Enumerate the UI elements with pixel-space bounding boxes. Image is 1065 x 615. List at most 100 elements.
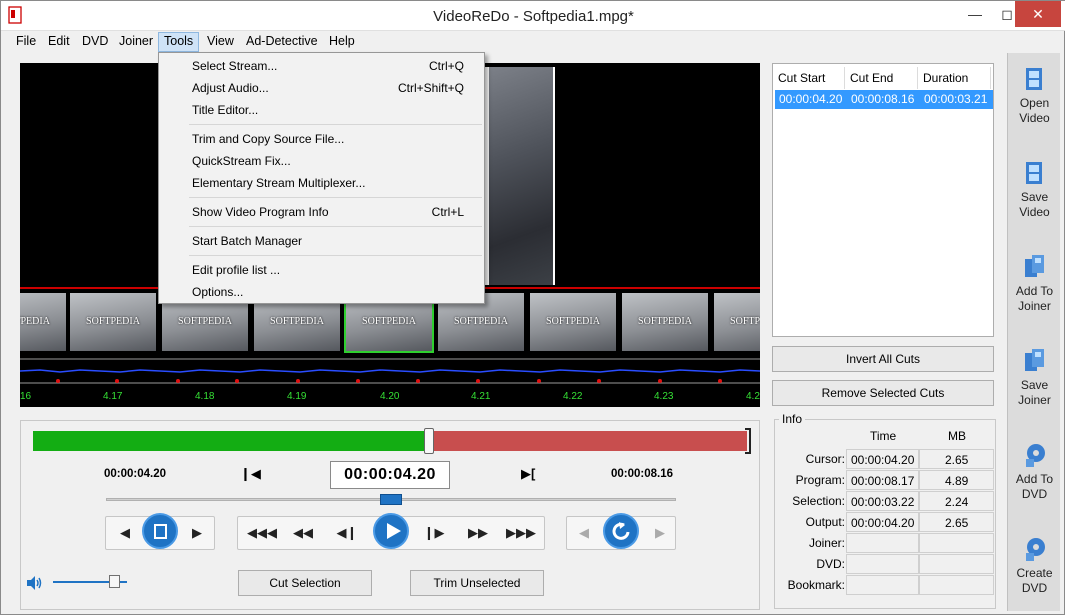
cut-end-cell: 00:00:08.16 (851, 92, 915, 106)
trim-unselected-button[interactable]: Trim Unselected (410, 570, 544, 596)
info-panel: Info Time MB Cursor: 00:00:04.20 2.65 Pr… (774, 412, 996, 609)
menu-separator (189, 197, 482, 198)
remove-selected-cuts-button[interactable]: Remove Selected Cuts (772, 380, 994, 406)
menu-item-edit-profile-list[interactable]: Edit profile list ... (192, 263, 280, 277)
selection-end-time: 00:00:08.16 (611, 468, 674, 480)
menu-item-options[interactable]: Options... (192, 285, 243, 299)
info-time (846, 533, 919, 553)
minimize-icon[interactable]: — (957, 1, 993, 27)
mark-start-icon[interactable]: ❙◀ (240, 466, 261, 482)
volume-icon[interactable] (25, 574, 43, 592)
table-row[interactable]: 00:00:04.20 00:00:08.16 00:00:03.21 (775, 90, 993, 109)
menu-item-adjust-audio[interactable]: Adjust Audio... (192, 81, 269, 95)
menu-item-elementary-stream-mux[interactable]: Elementary Stream Multiplexer... (192, 176, 365, 190)
create-dvd-icon (1025, 538, 1045, 561)
menu-edit[interactable]: Edit (48, 34, 70, 48)
info-label: Program: (795, 473, 845, 487)
menu-view[interactable]: View (207, 34, 234, 48)
menu-item-show-program-info[interactable]: Show Video Program Info (192, 205, 329, 219)
add-to-joiner-button[interactable]: Add To Joiner (1008, 253, 1061, 314)
menu-item-trim-copy-source[interactable]: Trim and Copy Source File... (192, 132, 344, 146)
filmstrip-thumb[interactable]: SOFTPEDIA (622, 293, 708, 351)
fast-rewind-icon[interactable]: ◀◀◀ (246, 517, 278, 549)
cut-selection-button[interactable]: Cut Selection (238, 570, 372, 596)
forward-icon[interactable]: ▶▶ (463, 517, 493, 549)
volume-slider-thumb[interactable] (109, 575, 121, 588)
save-video-label-2: Video (1019, 205, 1050, 219)
kept-segment-bar[interactable] (33, 431, 429, 451)
menu-separator (189, 226, 482, 227)
info-mb (919, 533, 994, 553)
menu-dvd[interactable]: DVD (82, 34, 108, 48)
filmstrip-thumb[interactable]: SOFTPEDIA (714, 293, 760, 351)
audio-timeline[interactable]: 16 4.17 4.18 4.19 4.20 4.21 4.22 4.23 4.… (20, 355, 760, 407)
menu-ad-detective[interactable]: Ad-Detective (246, 34, 318, 48)
invert-all-cuts-button[interactable]: Invert All Cuts (772, 346, 994, 372)
filmstrip-thumb[interactable]: SOFTPEDIA (70, 293, 156, 351)
create-dvd-label-2: DVD (1021, 581, 1048, 595)
fast-forward-icon[interactable]: ▶▶▶ (504, 517, 538, 549)
title-bar: VideoReDo - Softpedia1.mpg* — ◻ ✕ (1, 1, 1065, 31)
open-video-button[interactable]: Open Video (1008, 65, 1061, 126)
current-time-display[interactable]: 00:00:04.20 (330, 461, 450, 489)
info-label: Selection: (792, 494, 845, 508)
menu-tools[interactable]: Tools (158, 32, 200, 52)
joiner-icon (1024, 255, 1044, 277)
menu-item-start-batch-manager[interactable]: Start Batch Manager (192, 234, 302, 248)
timeline-label: 16 (20, 391, 32, 402)
play-button[interactable] (373, 513, 409, 549)
mark-end-icon[interactable]: ▶[ (521, 466, 535, 482)
cut-segment-bar[interactable] (429, 431, 747, 451)
info-mb: 2.65 (919, 512, 994, 532)
save-joiner-icon (1024, 349, 1044, 371)
frame-forward-icon[interactable]: ❙▶ (419, 517, 449, 549)
shortcut-label: Ctrl+Shift+Q (397, 81, 464, 95)
column-header-duration[interactable]: Duration (918, 67, 991, 89)
menu-separator (189, 255, 482, 256)
return-button[interactable] (603, 513, 639, 549)
save-video-button[interactable]: Save Video (1008, 159, 1061, 220)
timeline-label: 4.20 (380, 391, 400, 402)
selection-start-handle[interactable] (424, 428, 434, 454)
menu-bar: File Edit DVD Joiner Tools View Ad-Detec… (1, 31, 1061, 53)
add-to-dvd-label-2: DVD (1021, 487, 1048, 501)
menu-item-select-stream[interactable]: Select Stream... (192, 59, 277, 73)
column-header-cut-start[interactable]: Cut Start (773, 67, 845, 89)
timeline-label: 4.17 (103, 391, 123, 402)
play-icon (387, 523, 401, 539)
filmstrip-thumb[interactable]: SOFTPEDIA (20, 293, 66, 351)
step-forward-icon[interactable]: ▶ (182, 517, 212, 549)
menu-item-quickstream-fix[interactable]: QuickStream Fix... (192, 154, 291, 168)
menu-separator (189, 124, 482, 125)
window-title: VideoReDo - Softpedia1.mpg* (433, 8, 634, 25)
save-joiner-button[interactable]: Save Joiner (1008, 347, 1061, 408)
menu-help[interactable]: Help (329, 34, 355, 48)
rewind-icon[interactable]: ◀◀ (288, 517, 318, 549)
timeline-label: 4.18 (195, 391, 215, 402)
frame-back-icon[interactable]: ◀❙ (332, 517, 362, 549)
dvd-icon (1025, 444, 1045, 467)
open-video-label: Open (1019, 96, 1050, 110)
save-joiner-label-2: Joiner (1018, 393, 1051, 407)
info-mb: 2.24 (919, 491, 994, 511)
next-scene-icon[interactable]: ▶ (645, 517, 675, 549)
close-icon[interactable]: ✕ (1015, 1, 1061, 27)
create-dvd-button[interactable]: Create DVD (1008, 535, 1061, 596)
add-to-dvd-button[interactable]: Add To DVD (1008, 441, 1061, 502)
return-icon (612, 522, 630, 540)
stop-button[interactable] (142, 513, 178, 549)
previous-scene-icon[interactable]: ◀ (569, 517, 599, 549)
filmstrip-thumb[interactable]: SOFTPEDIA (530, 293, 616, 351)
cut-start-cell: 00:00:04.20 (779, 92, 843, 106)
add-to-joiner-label-2: Joiner (1018, 299, 1051, 313)
info-time: 00:00:04.20 (846, 449, 919, 469)
tools-dropdown-menu: Select Stream... Ctrl+Q Adjust Audio... … (158, 52, 485, 304)
position-slider-thumb[interactable] (380, 494, 402, 505)
step-back-icon[interactable]: ◀ (110, 517, 140, 549)
menu-file[interactable]: File (16, 34, 36, 48)
info-title: Info (779, 412, 806, 426)
column-header-cut-end[interactable]: Cut End (845, 67, 918, 89)
menu-item-title-editor[interactable]: Title Editor... (192, 103, 258, 117)
selection-end-bracket[interactable] (745, 428, 751, 454)
menu-joiner[interactable]: Joiner (119, 34, 153, 48)
